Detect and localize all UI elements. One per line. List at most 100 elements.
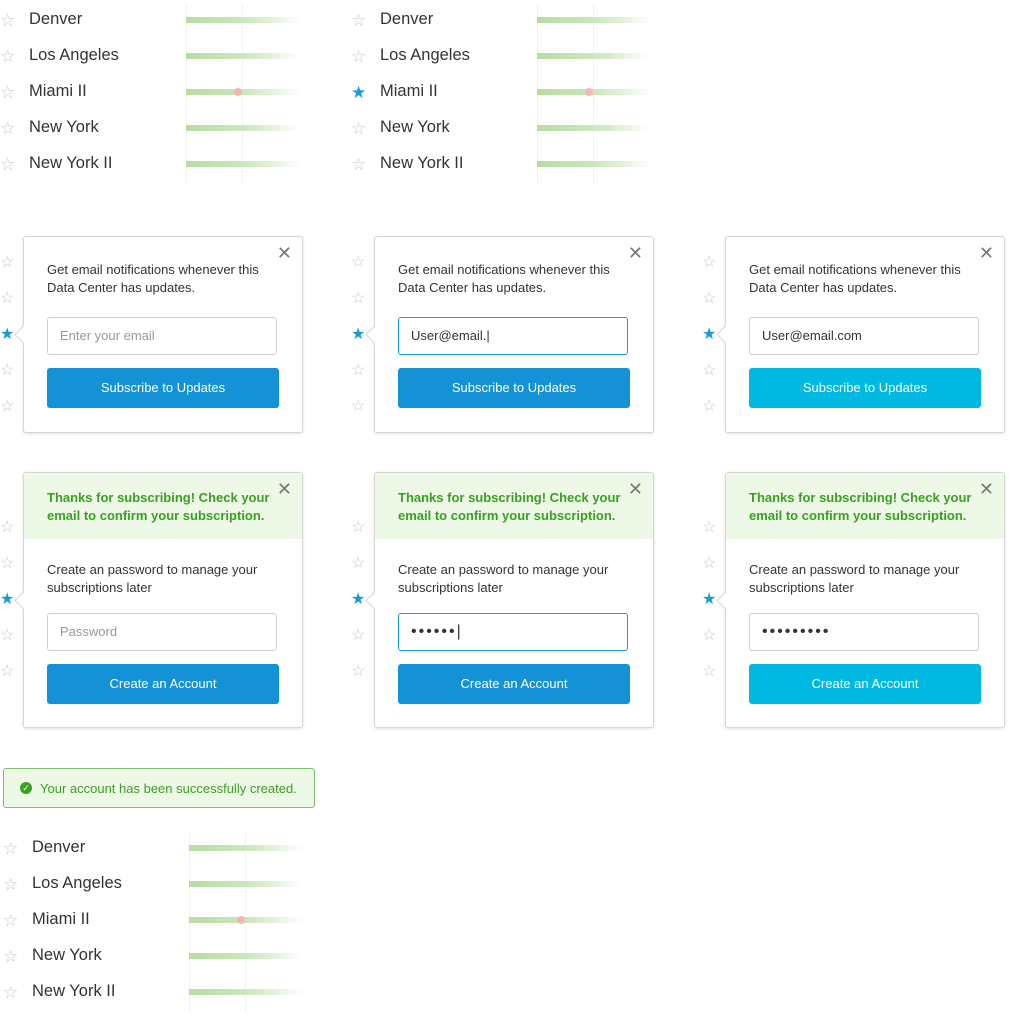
star-icon[interactable]: ☆ bbox=[702, 663, 720, 681]
data-center-name: Denver bbox=[32, 838, 86, 856]
star-icon[interactable]: ☆ bbox=[0, 555, 18, 573]
subscribe-popover: ✕ Get email notifications whenever this … bbox=[365, 236, 654, 433]
status-bar bbox=[537, 88, 651, 96]
data-center-row[interactable]: ☆ Miami II bbox=[0, 76, 300, 112]
subscribe-button[interactable]: Subscribe to Updates bbox=[749, 368, 981, 408]
data-center-name: Los Angeles bbox=[29, 46, 119, 64]
thanks-message: Thanks for subscribing! Check your email… bbox=[398, 490, 621, 523]
password-input[interactable]: Password bbox=[47, 613, 277, 651]
data-center-row[interactable]: ☆ Denver bbox=[0, 4, 300, 40]
status-bar bbox=[189, 845, 303, 851]
star-icon[interactable]: ☆ bbox=[702, 555, 720, 573]
thanks-message: Thanks for subscribing! Check your email… bbox=[749, 490, 972, 523]
star-icon[interactable]: ☆ bbox=[351, 398, 369, 416]
star-icon[interactable]: ☆ bbox=[3, 912, 21, 930]
star-icon[interactable]: ☆ bbox=[702, 362, 720, 380]
star-icon[interactable]: ☆ bbox=[702, 519, 720, 537]
status-bar bbox=[537, 161, 651, 167]
data-center-name: Miami II bbox=[29, 82, 87, 100]
star-icon[interactable]: ☆ bbox=[0, 290, 18, 308]
star-icon[interactable]: ☆ bbox=[351, 555, 369, 573]
status-bar bbox=[537, 53, 651, 59]
data-center-row[interactable]: ☆ New York bbox=[3, 940, 303, 976]
close-icon[interactable]: ✕ bbox=[628, 480, 643, 498]
incident-dot bbox=[585, 88, 593, 96]
data-center-row[interactable]: ☆ Miami II bbox=[3, 904, 303, 940]
star-icon[interactable]: ☆ bbox=[0, 156, 18, 174]
star-icon[interactable]: ☆ bbox=[0, 362, 18, 380]
star-icon[interactable]: ☆ bbox=[0, 48, 18, 66]
email-input[interactable]: User@email.com bbox=[749, 317, 979, 355]
star-icon[interactable]: ☆ bbox=[351, 519, 369, 537]
data-center-row[interactable]: ☆ New York II bbox=[3, 976, 303, 1012]
status-bar bbox=[186, 53, 300, 59]
star-icon[interactable]: ☆ bbox=[3, 948, 21, 966]
star-icon[interactable]: ☆ bbox=[0, 663, 18, 681]
star-icon[interactable]: ☆ bbox=[351, 48, 369, 66]
data-center-row[interactable]: ☆ New York bbox=[351, 112, 651, 148]
star-icon[interactable]: ☆ bbox=[0, 84, 18, 102]
star-icon[interactable]: ☆ bbox=[702, 398, 720, 416]
password-input[interactable]: ••••••| bbox=[398, 613, 628, 651]
data-center-row[interactable]: ☆ New York II bbox=[0, 148, 300, 184]
star-icon[interactable]: ☆ bbox=[702, 254, 720, 272]
star-filled-icon[interactable]: ★ bbox=[351, 84, 369, 102]
star-icon[interactable]: ☆ bbox=[3, 876, 21, 894]
data-center-row[interactable]: ☆ Los Angeles bbox=[351, 40, 651, 76]
star-icon[interactable]: ☆ bbox=[0, 12, 18, 30]
data-center-row[interactable]: ☆ Denver bbox=[3, 832, 303, 868]
data-center-row[interactable]: ☆ New York bbox=[0, 112, 300, 148]
star-icon[interactable]: ☆ bbox=[351, 362, 369, 380]
star-icon[interactable]: ☆ bbox=[351, 290, 369, 308]
status-bar bbox=[186, 17, 300, 23]
star-icon[interactable]: ☆ bbox=[702, 290, 720, 308]
data-center-row[interactable]: ☆ Los Angeles bbox=[3, 868, 303, 904]
data-center-row[interactable]: ☆ Denver bbox=[351, 4, 651, 40]
close-icon[interactable]: ✕ bbox=[979, 480, 994, 498]
password-input[interactable]: ••••••••• bbox=[749, 613, 979, 651]
status-bar bbox=[186, 88, 300, 96]
data-center-row[interactable]: ★ Miami II bbox=[351, 76, 651, 112]
data-center-list: ☆ Denver ☆ Los Angeles ☆ Miami II ☆ New … bbox=[3, 832, 303, 1012]
create-account-button[interactable]: Create an Account bbox=[398, 664, 630, 704]
star-icon[interactable]: ☆ bbox=[3, 984, 21, 1002]
star-icon[interactable]: ☆ bbox=[0, 519, 18, 537]
data-center-row[interactable]: ☆ New York II bbox=[351, 148, 651, 184]
subscribe-popover: ✕ Get email notifications whenever this … bbox=[716, 236, 1005, 433]
star-icon[interactable]: ☆ bbox=[0, 254, 18, 272]
success-alert: ✓ Your account has been successfully cre… bbox=[3, 768, 315, 808]
close-icon[interactable]: ✕ bbox=[628, 244, 643, 262]
subscribe-button[interactable]: Subscribe to Updates bbox=[47, 368, 279, 408]
email-input[interactable]: Enter your email bbox=[47, 317, 277, 355]
create-account-button[interactable]: Create an Account bbox=[47, 664, 279, 704]
star-icon[interactable]: ☆ bbox=[0, 627, 18, 645]
star-icon[interactable]: ☆ bbox=[351, 12, 369, 30]
star-icon[interactable]: ☆ bbox=[351, 627, 369, 645]
text-cursor: | bbox=[486, 328, 490, 343]
password-mask: •••••• bbox=[411, 623, 457, 640]
create-account-popover: Thanks for subscribing! Check your email… bbox=[365, 472, 654, 728]
data-center-name: Miami II bbox=[380, 82, 438, 100]
data-center-name: Miami II bbox=[32, 910, 90, 928]
data-center-row[interactable]: ☆ Los Angeles bbox=[0, 40, 300, 76]
account-description: Create an password to manage your subscr… bbox=[398, 562, 609, 595]
star-icon[interactable]: ☆ bbox=[0, 398, 18, 416]
data-center-name: New York bbox=[29, 118, 99, 136]
star-icon[interactable]: ☆ bbox=[3, 840, 21, 858]
close-icon[interactable]: ✕ bbox=[277, 480, 292, 498]
create-account-button[interactable]: Create an Account bbox=[749, 664, 981, 704]
subscribe-button[interactable]: Subscribe to Updates bbox=[398, 368, 630, 408]
email-input[interactable]: User@email.| bbox=[398, 317, 628, 355]
create-account-popover: Thanks for subscribing! Check your email… bbox=[716, 472, 1005, 728]
star-icon[interactable]: ☆ bbox=[351, 663, 369, 681]
star-icon[interactable]: ☆ bbox=[0, 120, 18, 138]
subscribe-description: Get email notifications whenever this Da… bbox=[749, 262, 961, 295]
subscribe-popover: ✕ Get email notifications whenever this … bbox=[14, 236, 303, 433]
star-icon[interactable]: ☆ bbox=[351, 156, 369, 174]
star-icon[interactable]: ☆ bbox=[351, 254, 369, 272]
star-icon[interactable]: ☆ bbox=[702, 627, 720, 645]
data-center-name: New York II bbox=[29, 154, 113, 172]
star-icon[interactable]: ☆ bbox=[351, 120, 369, 138]
close-icon[interactable]: ✕ bbox=[979, 244, 994, 262]
close-icon[interactable]: ✕ bbox=[277, 244, 292, 262]
